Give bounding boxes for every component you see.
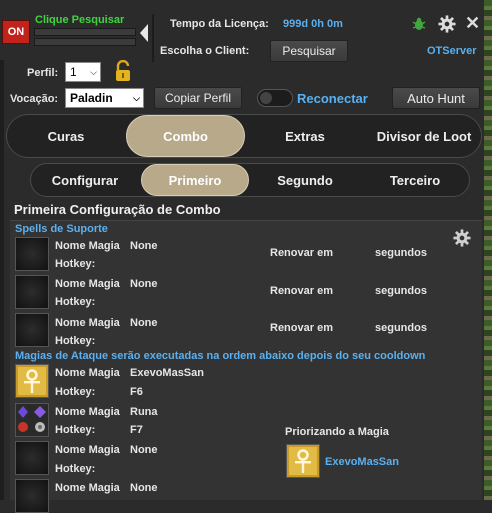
nome-label: Nome Magia bbox=[55, 367, 120, 379]
reconnect-label: Reconectar bbox=[297, 91, 368, 106]
nome-value[interactable]: None bbox=[130, 482, 158, 494]
close-icon[interactable]: ✕ bbox=[465, 13, 480, 34]
ankh-icon[interactable] bbox=[15, 364, 49, 398]
lock-icon[interactable] bbox=[114, 60, 132, 82]
runes-icon[interactable] bbox=[15, 403, 49, 437]
segundos-label: segundos bbox=[375, 247, 427, 259]
on-toggle-button[interactable]: ON bbox=[2, 20, 30, 44]
license-label: Tempo da Licença: bbox=[170, 18, 269, 30]
nome-label: Nome Magia bbox=[55, 317, 120, 329]
chevron-down-icon: ⌵ bbox=[133, 92, 140, 103]
nome-value[interactable]: ExevoMasSan bbox=[130, 367, 204, 379]
tab-terceiro[interactable]: Terceiro bbox=[361, 164, 469, 196]
priority-spell[interactable]: ExevoMasSan bbox=[325, 456, 399, 468]
nome-value[interactable]: None bbox=[130, 278, 158, 290]
server-link[interactable]: OTServer bbox=[427, 45, 477, 57]
nome-value[interactable]: Runa bbox=[130, 406, 158, 418]
hotkey-label: Hotkey: bbox=[55, 463, 96, 475]
perfil-value: 1 bbox=[70, 65, 77, 79]
sub-tab-bar: Configurar Primeiro Segundo Terceiro bbox=[30, 163, 470, 197]
spell-slot[interactable] bbox=[15, 313, 49, 347]
main-tab-bar: Curas Combo Extras Divisor de Loot bbox=[6, 114, 482, 158]
spell-slot[interactable] bbox=[15, 441, 49, 475]
nome-label: Nome Magia bbox=[55, 240, 120, 252]
status-text: Clique Pesquisar bbox=[35, 14, 125, 26]
license-value: 999d 0h 0m bbox=[283, 18, 343, 30]
divider bbox=[152, 14, 154, 62]
hotkey-label: Hotkey: bbox=[55, 386, 96, 398]
attack-heading: Magias de Ataque serão executadas na ord… bbox=[15, 350, 426, 362]
nome-label: Nome Magia bbox=[55, 278, 120, 290]
spell-slot[interactable] bbox=[15, 479, 49, 513]
vocacao-label: Vocação: bbox=[10, 93, 59, 105]
ankh-icon[interactable] bbox=[286, 444, 320, 478]
renovar-label: Renovar em bbox=[270, 322, 333, 334]
nome-label: Nome Magia bbox=[55, 406, 120, 418]
vocacao-select[interactable]: Paladin ⌵ bbox=[65, 88, 144, 108]
nome-label: Nome Magia bbox=[55, 482, 120, 494]
left-edge bbox=[0, 60, 4, 500]
renovar-label: Renovar em bbox=[270, 247, 333, 259]
game-map-edge bbox=[484, 0, 492, 500]
hotkey-label: Hotkey: bbox=[55, 258, 96, 270]
progress-bar-1 bbox=[34, 28, 136, 36]
vocacao-value: Paladin bbox=[70, 91, 113, 105]
search-button[interactable]: Pesquisar bbox=[270, 40, 348, 62]
progress-bar-2 bbox=[34, 38, 136, 46]
tab-divisor-de-loot[interactable]: Divisor de Loot bbox=[365, 115, 483, 157]
tab-segundo[interactable]: Segundo bbox=[251, 164, 359, 196]
nome-value[interactable]: None bbox=[130, 444, 158, 456]
tab-curas[interactable]: Curas bbox=[7, 115, 125, 157]
gear-icon[interactable] bbox=[438, 15, 456, 33]
spell-slot[interactable] bbox=[15, 275, 49, 309]
auto-hunt-button[interactable]: Auto Hunt bbox=[392, 87, 480, 109]
tab-combo[interactable]: Combo bbox=[126, 115, 245, 157]
priority-label: Priorizando a Magia bbox=[285, 426, 389, 438]
nome-value[interactable]: None bbox=[130, 240, 158, 252]
support-heading: Spells de Suporte bbox=[15, 223, 108, 235]
hotkey-value[interactable]: F7 bbox=[130, 424, 143, 436]
hotkey-value[interactable]: F6 bbox=[130, 386, 143, 398]
tab-extras[interactable]: Extras bbox=[245, 115, 365, 157]
tab-configurar[interactable]: Configurar bbox=[31, 164, 139, 196]
section-title: Primeira Configuração de Combo bbox=[14, 202, 221, 217]
copy-profile-button[interactable]: Copiar Perfil bbox=[154, 87, 242, 109]
nome-value[interactable]: None bbox=[130, 317, 158, 329]
tab-primeiro[interactable]: Primeiro bbox=[141, 164, 249, 196]
segundos-label: segundos bbox=[375, 285, 427, 297]
hotkey-label: Hotkey: bbox=[55, 335, 96, 347]
collapse-arrow-icon[interactable] bbox=[140, 24, 148, 42]
client-label: Escolha o Client: bbox=[160, 45, 250, 57]
hotkey-label: Hotkey: bbox=[55, 296, 96, 308]
renovar-label: Renovar em bbox=[270, 285, 333, 297]
spell-slot[interactable] bbox=[15, 237, 49, 271]
segundos-label: segundos bbox=[375, 322, 427, 334]
reconnect-toggle[interactable] bbox=[257, 89, 293, 107]
gear-icon[interactable] bbox=[453, 229, 471, 247]
bug-icon[interactable] bbox=[411, 16, 427, 32]
perfil-label: Perfil: bbox=[27, 67, 59, 79]
perfil-select[interactable]: 1 ⌵ bbox=[65, 62, 101, 82]
hotkey-label: Hotkey: bbox=[55, 424, 96, 436]
chevron-down-icon: ⌵ bbox=[90, 66, 97, 77]
nome-label: Nome Magia bbox=[55, 444, 120, 456]
